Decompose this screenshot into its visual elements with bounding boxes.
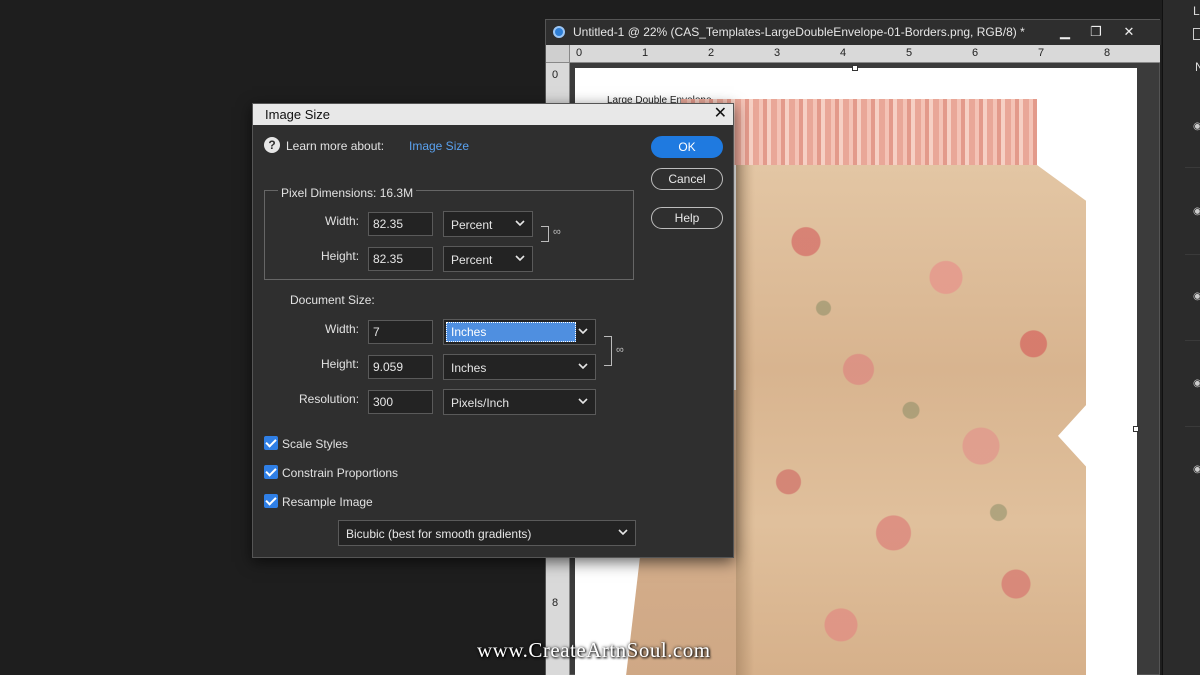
resolution-label: Resolution: (299, 392, 360, 406)
image-size-dialog: Image Size ✕ ? Learn more about: Image S… (252, 103, 734, 558)
chevron-down-icon (515, 220, 525, 227)
envelope-fold-shadow (736, 165, 754, 675)
scale-styles-label[interactable]: Scale Styles (282, 437, 348, 451)
link-bracket (604, 336, 612, 366)
learn-more-label: Learn more about: (286, 139, 385, 153)
dialog-title: Image Size (265, 107, 331, 122)
ruler-tick-label: 6 (972, 47, 979, 59)
envelope-top-flap (681, 99, 1037, 165)
resolution-input[interactable]: 300 (368, 390, 433, 414)
help-icon: ? (264, 137, 280, 153)
resample-image-checkbox[interactable] (264, 494, 278, 508)
ruler-tick-label: 2 (708, 47, 715, 59)
close-icon[interactable]: ✕ (714, 104, 727, 124)
document-title: Untitled-1 @ 22% (CAS_Templates-LargeDou… (573, 25, 1025, 39)
horizontal-ruler[interactable]: 0 1 2 3 4 5 6 7 8 (570, 45, 1160, 63)
ruler-corner[interactable] (546, 45, 570, 63)
workspace: L N ◉ ◉ ◉ ◉ ◉ Untitled-1 @ 22% (CAS_Temp… (0, 0, 1200, 675)
website-watermark: www.CreateArtnSoul.com (477, 638, 711, 662)
transform-handle[interactable] (1133, 426, 1139, 432)
pixel-width-unit-value: Percent (451, 218, 493, 232)
pixel-dimensions-size: 16.3M (379, 186, 414, 200)
panel-label-n: N (1195, 60, 1200, 74)
layer-divider (1185, 340, 1200, 341)
doc-height-label: Height: (321, 357, 360, 371)
pixel-height-unit-value: Percent (451, 253, 493, 267)
learn-more-link[interactable]: Image Size (409, 139, 469, 153)
chevron-down-icon (515, 255, 525, 262)
chevron-down-icon (618, 529, 628, 536)
pixel-dimensions-label: Pixel Dimensions: (281, 186, 377, 200)
chevron-down-icon (578, 363, 588, 370)
chevron-down-icon (578, 328, 588, 335)
layer-divider (1185, 167, 1200, 168)
doc-height-unit-value: Inches (451, 361, 487, 375)
constrain-proportions-label[interactable]: Constrain Proportions (282, 466, 398, 480)
visibility-eye-icon[interactable]: ◉ (1193, 207, 1200, 217)
visibility-eye-icon[interactable]: ◉ (1193, 292, 1200, 302)
pixel-width-label: Width: (325, 214, 360, 228)
pixel-width-input[interactable]: 82.35 (368, 212, 433, 236)
resolution-unit-select[interactable]: Pixels/Inch (443, 389, 596, 415)
doc-width-input[interactable]: 7 (368, 320, 433, 344)
dialog-titlebar[interactable]: Image Size ✕ (253, 104, 733, 125)
panel-checkbox[interactable] (1193, 28, 1200, 40)
maximize-button[interactable]: ❐ (1083, 22, 1109, 42)
ruler-tick-label: 1 (642, 47, 649, 59)
cancel-button[interactable]: Cancel (651, 168, 723, 190)
scale-styles-checkbox[interactable] (264, 436, 278, 450)
pixel-height-input[interactable]: 82.35 (368, 247, 433, 271)
ruler-tick-label: 0 (552, 69, 559, 81)
document-size-label: Document Size: (290, 293, 375, 307)
chain-link-icon: ∞ (616, 344, 624, 356)
transform-handle[interactable] (852, 65, 858, 71)
ruler-tick-label: 4 (840, 47, 847, 59)
constrain-proportions-checkbox[interactable] (264, 465, 278, 479)
document-titlebar[interactable]: Untitled-1 @ 22% (CAS_Templates-LargeDou… (546, 20, 1161, 45)
help-button[interactable]: Help (651, 207, 723, 229)
ruler-tick-label: 0 (576, 47, 583, 59)
doc-width-unit-value: Inches (446, 322, 576, 342)
resolution-unit-value: Pixels/Inch (451, 396, 510, 410)
resample-image-label[interactable]: Resample Image (282, 495, 373, 509)
photoshop-app-icon (553, 26, 565, 38)
minimize-button[interactable]: ▁ (1052, 22, 1078, 42)
pixel-height-unit-select[interactable]: Percent (443, 246, 533, 272)
layers-panel: L N ◉ ◉ ◉ ◉ ◉ (1162, 0, 1200, 675)
resample-method-select[interactable]: Bicubic (best for smooth gradients) (338, 520, 636, 546)
pixel-width-unit-select[interactable]: Percent (443, 211, 533, 237)
ok-button[interactable]: OK (651, 136, 723, 158)
resample-method-value: Bicubic (best for smooth gradients) (346, 527, 532, 541)
visibility-eye-icon[interactable]: ◉ (1193, 465, 1200, 475)
pixel-height-label: Height: (321, 249, 360, 263)
pixel-dimensions-header: Pixel Dimensions: 16.3M (278, 186, 417, 200)
ruler-tick-label: 3 (774, 47, 781, 59)
envelope-floral-artwork (736, 165, 1086, 675)
ruler-tick-label: 8 (552, 597, 559, 609)
doc-width-label: Width: (325, 322, 360, 336)
layer-divider (1185, 254, 1200, 255)
ruler-tick-label: 8 (1104, 47, 1111, 59)
link-bracket (541, 226, 549, 242)
doc-height-input[interactable]: 9.059 (368, 355, 433, 379)
ruler-tick-label: 5 (906, 47, 913, 59)
doc-height-unit-select[interactable]: Inches (443, 354, 596, 380)
chevron-down-icon (578, 398, 588, 405)
ruler-tick-label: 7 (1038, 47, 1045, 59)
close-window-button[interactable]: ✕ (1116, 22, 1142, 42)
layer-divider (1185, 426, 1200, 427)
panel-tab-label[interactable]: L (1193, 4, 1200, 18)
chain-link-icon: ∞ (553, 226, 561, 238)
doc-width-unit-select[interactable]: Inches (443, 319, 596, 345)
visibility-eye-icon[interactable]: ◉ (1193, 379, 1200, 389)
visibility-eye-icon[interactable]: ◉ (1193, 122, 1200, 132)
